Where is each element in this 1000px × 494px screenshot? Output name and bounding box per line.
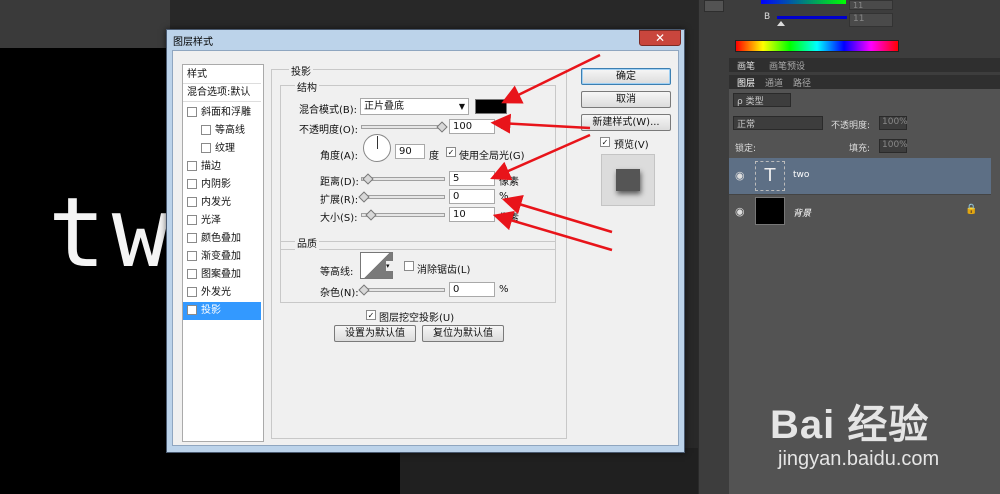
arrow-opacity <box>490 113 591 134</box>
arrow-blend-color <box>501 53 601 104</box>
arrow-spread <box>501 195 613 234</box>
arrow-distance <box>490 133 591 181</box>
arrow-size <box>492 210 613 252</box>
annotation-arrows <box>490 53 613 252</box>
